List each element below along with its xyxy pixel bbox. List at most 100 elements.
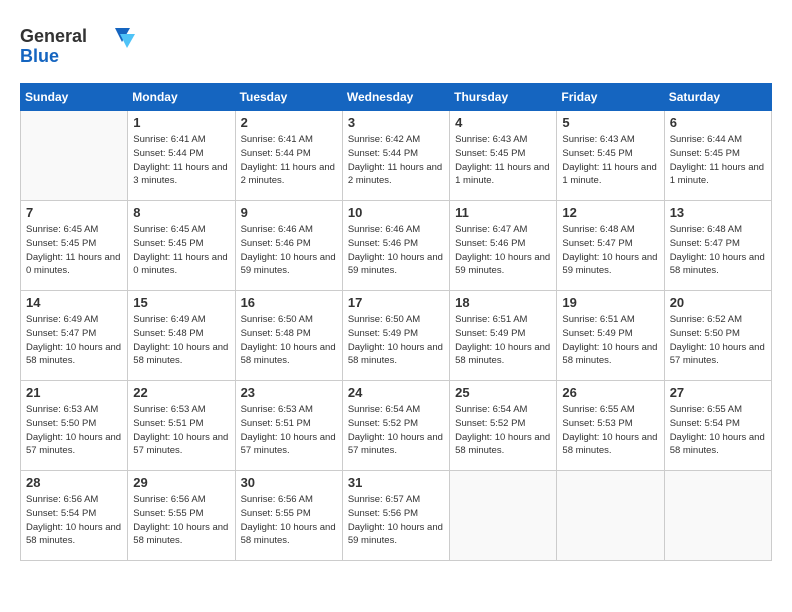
calendar-cell: 15 Sunrise: 6:49 AM Sunset: 5:48 PM Dayli… [128, 291, 235, 381]
day-info: Sunrise: 6:46 AM Sunset: 5:46 PM Dayligh… [241, 223, 337, 278]
day-info: Sunrise: 6:46 AM Sunset: 5:46 PM Dayligh… [348, 223, 444, 278]
calendar-cell: 18Sunrise: 6:51 AM Sunset: 5:49 PM Dayli… [450, 291, 557, 381]
page-header: General Blue [20, 20, 772, 73]
day-info: Sunrise: 6:51 AM Sunset: 5:49 PM Dayligh… [562, 313, 658, 368]
day-number: 6 [670, 115, 766, 130]
day-number: 21 [26, 385, 122, 400]
day-number: 24 [348, 385, 444, 400]
calendar-cell: 12 Sunrise: 6:48 AM Sunset: 5:47 PM Dayli… [557, 201, 664, 291]
day-number: 15 [133, 295, 229, 310]
calendar-cell: 1 Sunrise: 6:41 AM Sunset: 5:44 PM Daylig… [128, 111, 235, 201]
day-info: Sunrise: 6:41 AM Sunset: 5:44 PM Dayligh… [241, 133, 337, 188]
calendar-cell: 10 Sunrise: 6:46 AM Sunset: 5:46 PM Dayli… [342, 201, 449, 291]
day-info: Sunrise: 6:53 AM Sunset: 5:50 PM Dayligh… [26, 403, 122, 458]
day-number: 17 [348, 295, 444, 310]
day-number: 31 [348, 475, 444, 490]
header-thursday: Thursday [450, 84, 557, 111]
day-info: Sunrise: 6:42 AM Sunset: 5:44 PM Dayligh… [348, 133, 444, 188]
day-number: 1 [133, 115, 229, 130]
calendar-cell: 3 Sunrise: 6:42 AM Sunset: 5:44 PM Daylig… [342, 111, 449, 201]
day-info: Sunrise: 6:54 AM Sunset: 5:52 PM Dayligh… [455, 403, 551, 458]
week-row-2: 14Sunrise: 6:49 AM Sunset: 5:47 PM Dayli… [21, 291, 772, 381]
day-number: 19 [562, 295, 658, 310]
day-number: 7 [26, 205, 122, 220]
calendar-cell: 8 Sunrise: 6:45 AM Sunset: 5:45 PM Daylig… [128, 201, 235, 291]
day-info: Sunrise: 6:49 AM Sunset: 5:48 PM Dayligh… [133, 313, 229, 368]
calendar-cell: 24 Sunrise: 6:54 AM Sunset: 5:52 PM Dayli… [342, 381, 449, 471]
logo: General Blue [20, 20, 140, 73]
day-number: 2 [241, 115, 337, 130]
day-info: Sunrise: 6:48 AM Sunset: 5:47 PM Dayligh… [670, 223, 766, 278]
calendar-cell: 31 Sunrise: 6:57 AM Sunset: 5:56 PM Dayli… [342, 471, 449, 561]
day-info: Sunrise: 6:57 AM Sunset: 5:56 PM Dayligh… [348, 493, 444, 548]
day-number: 28 [26, 475, 122, 490]
calendar-cell [664, 471, 771, 561]
day-number: 8 [133, 205, 229, 220]
day-info: Sunrise: 6:50 AM Sunset: 5:48 PM Dayligh… [241, 313, 337, 368]
day-number: 11 [455, 205, 551, 220]
day-number: 10 [348, 205, 444, 220]
week-row-1: 7 Sunrise: 6:45 AM Sunset: 5:45 PM Daylig… [21, 201, 772, 291]
day-number: 3 [348, 115, 444, 130]
week-row-3: 21 Sunrise: 6:53 AM Sunset: 5:50 PM Dayli… [21, 381, 772, 471]
day-number: 18 [455, 295, 551, 310]
day-info: Sunrise: 6:56 AM Sunset: 5:55 PM Dayligh… [133, 493, 229, 548]
day-info: Sunrise: 6:50 AM Sunset: 5:49 PM Dayligh… [348, 313, 444, 368]
day-number: 12 [562, 205, 658, 220]
svg-text:Blue: Blue [20, 46, 59, 66]
week-row-4: 28Sunrise: 6:56 AM Sunset: 5:54 PM Dayli… [21, 471, 772, 561]
calendar-cell [557, 471, 664, 561]
calendar-cell: 29 Sunrise: 6:56 AM Sunset: 5:55 PM Dayli… [128, 471, 235, 561]
header-saturday: Saturday [664, 84, 771, 111]
calendar-cell: 28Sunrise: 6:56 AM Sunset: 5:54 PM Dayli… [21, 471, 128, 561]
header-row: SundayMondayTuesdayWednesdayThursdayFrid… [21, 84, 772, 111]
header-wednesday: Wednesday [342, 84, 449, 111]
svg-text:General: General [20, 26, 87, 46]
day-info: Sunrise: 6:54 AM Sunset: 5:52 PM Dayligh… [348, 403, 444, 458]
calendar-cell: 13 Sunrise: 6:48 AM Sunset: 5:47 PM Dayli… [664, 201, 771, 291]
day-number: 5 [562, 115, 658, 130]
day-info: Sunrise: 6:48 AM Sunset: 5:47 PM Dayligh… [562, 223, 658, 278]
calendar-cell: 17 Sunrise: 6:50 AM Sunset: 5:49 PM Dayli… [342, 291, 449, 381]
calendar-cell: 11 Sunrise: 6:47 AM Sunset: 5:46 PM Dayli… [450, 201, 557, 291]
calendar-cell: 5 Sunrise: 6:43 AM Sunset: 5:45 PM Daylig… [557, 111, 664, 201]
calendar-cell: 20 Sunrise: 6:52 AM Sunset: 5:50 PM Dayli… [664, 291, 771, 381]
calendar-table: SundayMondayTuesdayWednesdayThursdayFrid… [20, 83, 772, 561]
calendar-cell: 25Sunrise: 6:54 AM Sunset: 5:52 PM Dayli… [450, 381, 557, 471]
calendar-cell: 19 Sunrise: 6:51 AM Sunset: 5:49 PM Dayli… [557, 291, 664, 381]
day-info: Sunrise: 6:56 AM Sunset: 5:55 PM Dayligh… [241, 493, 337, 548]
day-info: Sunrise: 6:43 AM Sunset: 5:45 PM Dayligh… [562, 133, 658, 188]
week-row-0: 1 Sunrise: 6:41 AM Sunset: 5:44 PM Daylig… [21, 111, 772, 201]
day-info: Sunrise: 6:43 AM Sunset: 5:45 PM Dayligh… [455, 133, 551, 188]
day-info: Sunrise: 6:53 AM Sunset: 5:51 PM Dayligh… [133, 403, 229, 458]
calendar-cell: 2 Sunrise: 6:41 AM Sunset: 5:44 PM Daylig… [235, 111, 342, 201]
day-number: 22 [133, 385, 229, 400]
calendar-cell [450, 471, 557, 561]
day-number: 30 [241, 475, 337, 490]
day-number: 13 [670, 205, 766, 220]
day-info: Sunrise: 6:47 AM Sunset: 5:46 PM Dayligh… [455, 223, 551, 278]
day-info: Sunrise: 6:55 AM Sunset: 5:53 PM Dayligh… [562, 403, 658, 458]
day-info: Sunrise: 6:41 AM Sunset: 5:44 PM Dayligh… [133, 133, 229, 188]
calendar-cell: 30 Sunrise: 6:56 AM Sunset: 5:55 PM Dayli… [235, 471, 342, 561]
day-number: 20 [670, 295, 766, 310]
day-number: 16 [241, 295, 337, 310]
header-friday: Friday [557, 84, 664, 111]
day-number: 9 [241, 205, 337, 220]
calendar-cell: 16 Sunrise: 6:50 AM Sunset: 5:48 PM Dayli… [235, 291, 342, 381]
day-info: Sunrise: 6:53 AM Sunset: 5:51 PM Dayligh… [241, 403, 337, 458]
day-info: Sunrise: 6:45 AM Sunset: 5:45 PM Dayligh… [133, 223, 229, 278]
day-number: 14 [26, 295, 122, 310]
day-info: Sunrise: 6:55 AM Sunset: 5:54 PM Dayligh… [670, 403, 766, 458]
calendar-cell: 7Sunrise: 6:45 AM Sunset: 5:45 PM Daylig… [21, 201, 128, 291]
calendar-cell: 14Sunrise: 6:49 AM Sunset: 5:47 PM Dayli… [21, 291, 128, 381]
day-info: Sunrise: 6:52 AM Sunset: 5:50 PM Dayligh… [670, 313, 766, 368]
header-monday: Monday [128, 84, 235, 111]
day-info: Sunrise: 6:44 AM Sunset: 5:45 PM Dayligh… [670, 133, 766, 188]
calendar-cell: 27Sunrise: 6:55 AM Sunset: 5:54 PM Dayli… [664, 381, 771, 471]
day-number: 26 [562, 385, 658, 400]
day-number: 29 [133, 475, 229, 490]
calendar-cell: 9 Sunrise: 6:46 AM Sunset: 5:46 PM Daylig… [235, 201, 342, 291]
day-number: 23 [241, 385, 337, 400]
header-tuesday: Tuesday [235, 84, 342, 111]
